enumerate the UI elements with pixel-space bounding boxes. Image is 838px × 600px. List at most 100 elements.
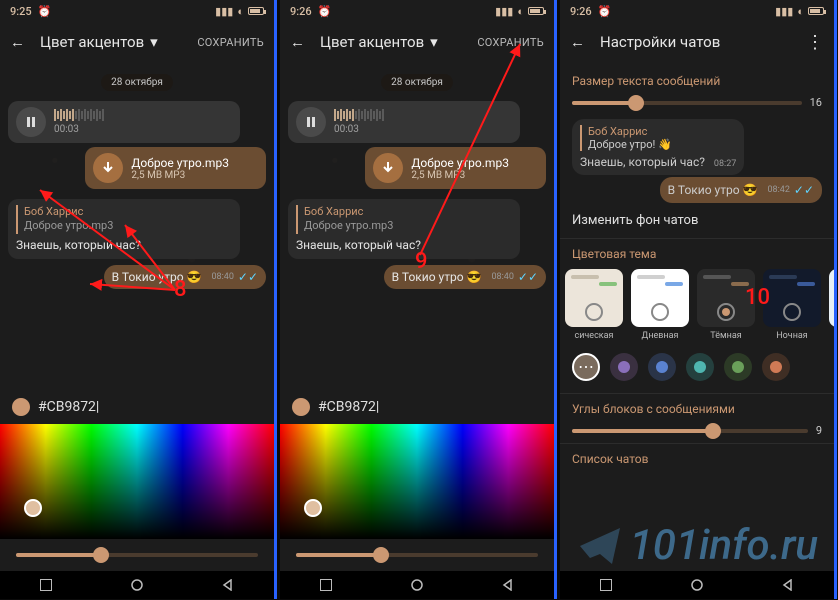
settings-scroll[interactable]: Размер текста сообщений 16 Боб Харрис До…: [560, 62, 834, 571]
accent-blue[interactable]: [648, 353, 676, 381]
phone-screen-chat-settings: 10 9:26 ⏰ ▮▮▮ ◐ ← Настройки чатов ⋮ Разм…: [560, 0, 837, 599]
toolbar-title[interactable]: Цвет акцентов ▾: [320, 33, 477, 51]
toolbar-title[interactable]: Цвет акцентов ▾: [40, 33, 197, 51]
phone-screen-accent-color-2: 9 9:26 ⏰ ▮▮▮ ◐ ← Цвет акцентов ▾ СОХРАНИ…: [280, 0, 557, 599]
battery-icon: [528, 7, 544, 15]
nav-recent[interactable]: [40, 579, 52, 591]
alpha-slider[interactable]: [280, 539, 554, 571]
check-icon: ✓✓: [238, 270, 258, 284]
app-toolbar: ← Цвет акцентов ▾ СОХРАНИТЬ: [0, 22, 274, 62]
color-theme-header: Цветовая тема: [572, 247, 822, 261]
voice-timer: 00:03: [54, 123, 104, 136]
color-picker-area[interactable]: [280, 424, 554, 539]
status-bar: 9:26 ⏰ ▮▮▮ ◐: [280, 0, 554, 22]
nav-home[interactable]: [691, 579, 703, 591]
file-message-bubble[interactable]: Доброе утро.mp3 2,5 МВ MP3: [365, 147, 546, 189]
divider: [560, 443, 834, 444]
back-button[interactable]: ←: [570, 33, 585, 51]
waveform: [54, 109, 104, 121]
android-nav-bar: [280, 571, 554, 599]
download-button[interactable]: [373, 153, 403, 183]
pause-button[interactable]: [296, 107, 326, 137]
reply-preview: Боб Харрис Доброе утро.mp3: [296, 205, 512, 234]
voice-timer: 00:03: [334, 123, 384, 136]
corners-value: 9: [816, 424, 822, 437]
app-toolbar: ← Цвет акцентов ▾ СОХРАНИТЬ: [280, 22, 554, 62]
theme-label: Тёмная: [710, 331, 741, 341]
status-time: 9:26: [290, 5, 312, 18]
more-menu-icon[interactable]: ⋮: [806, 32, 824, 53]
color-hex-input[interactable]: #CB9872|: [0, 390, 274, 424]
color-swatch: [292, 398, 310, 416]
message-time: 08:40: [211, 272, 233, 282]
save-button[interactable]: СОХРАНИТЬ: [477, 36, 544, 49]
color-picker-area[interactable]: [0, 424, 274, 539]
reply-author: Боб Харрис: [588, 125, 736, 138]
corners-slider[interactable]: 9: [572, 424, 822, 437]
dropdown-icon: ▾: [150, 33, 158, 51]
accent-green[interactable]: [724, 353, 752, 381]
message-text: Знаешь, который час?: [296, 238, 421, 252]
nav-recent[interactable]: [320, 579, 332, 591]
theme-night[interactable]: Ночная: [762, 269, 822, 341]
voice-message-bubble[interactable]: 00:03: [288, 101, 520, 143]
voice-message-bubble[interactable]: 00:03: [8, 101, 240, 143]
android-nav-bar: [0, 571, 274, 599]
slider-thumb[interactable]: [373, 547, 389, 563]
signal-icon: ▮▮▮: [495, 5, 513, 18]
save-button[interactable]: СОХРАНИТЬ: [197, 36, 264, 49]
theme-classic[interactable]: сическая: [564, 269, 624, 341]
preview-incoming-1: Боб Харрис Доброе утро! 👋 Знаешь, которы…: [572, 119, 744, 175]
theme-dark[interactable]: Тёмная: [696, 269, 756, 341]
download-button[interactable]: [93, 153, 123, 183]
file-message-bubble[interactable]: Доброе утро.mp3 2,5 МВ MP3: [85, 147, 266, 189]
theme-list[interactable]: сическая Дневная Тёмная: [560, 269, 834, 341]
text-size-slider[interactable]: 16: [572, 96, 822, 109]
incoming-message: Боб Харрис Доброе утро.mp3 Знаешь, котор…: [8, 199, 240, 259]
back-button[interactable]: ←: [10, 33, 25, 51]
theme-cold[interactable]: Холодн: [828, 269, 834, 341]
slider-thumb[interactable]: [705, 423, 721, 439]
alpha-slider[interactable]: [0, 539, 274, 571]
change-background-link[interactable]: Изменить фон чатов: [572, 213, 822, 228]
radio-icon: [783, 303, 801, 321]
hex-value[interactable]: #CB9872|: [38, 399, 99, 415]
alarm-icon: ⏰: [318, 5, 332, 18]
outgoing-message: В Токио утро 😎 08:40 ✓✓: [384, 265, 546, 289]
text-size-label: Размер текста сообщений: [572, 74, 822, 88]
waveform: [334, 109, 384, 121]
chat-preview-area: 28 октября 00:03 Доброе утро.mp3 2,5 МВ …: [280, 62, 554, 390]
nav-back[interactable]: [782, 579, 794, 591]
color-hex-input[interactable]: #CB9872|: [280, 390, 554, 424]
reply-file: Доброе утро.mp3: [304, 219, 512, 233]
accent-custom[interactable]: ⋯: [572, 353, 600, 381]
android-nav-bar: [560, 571, 834, 599]
color-marker[interactable]: [24, 499, 42, 517]
theme-day[interactable]: Дневная: [630, 269, 690, 341]
toolbar-title-text: Настройки чатов: [600, 33, 720, 51]
chat-list-header: Список чатов: [572, 452, 822, 466]
message-text: Знаешь, который час?: [16, 238, 141, 252]
status-time: 9:26: [570, 5, 592, 18]
slider-thumb[interactable]: [93, 547, 109, 563]
toolbar-title-text: Цвет акцентов: [40, 33, 144, 51]
accent-purple[interactable]: [610, 353, 638, 381]
nav-home[interactable]: [131, 579, 143, 591]
nav-home[interactable]: [411, 579, 423, 591]
hex-value[interactable]: #CB9872|: [318, 399, 379, 415]
status-time: 9:25: [10, 5, 32, 18]
nav-back[interactable]: [222, 579, 234, 591]
color-marker[interactable]: [304, 499, 322, 517]
nav-back[interactable]: [502, 579, 514, 591]
accent-orange[interactable]: [762, 353, 790, 381]
accent-teal[interactable]: [686, 353, 714, 381]
back-button[interactable]: ←: [290, 33, 305, 51]
toolbar-title-text: Цвет акцентов: [320, 33, 424, 51]
pause-button[interactable]: [16, 107, 46, 137]
nav-recent[interactable]: [600, 579, 612, 591]
reply-preview: Боб Харрис Доброе утро! 👋: [580, 125, 736, 151]
slider-thumb[interactable]: [628, 95, 644, 111]
dropdown-icon: ▾: [430, 33, 438, 51]
theme-label: Дневная: [642, 331, 679, 341]
date-badge: 28 октября: [101, 74, 173, 91]
